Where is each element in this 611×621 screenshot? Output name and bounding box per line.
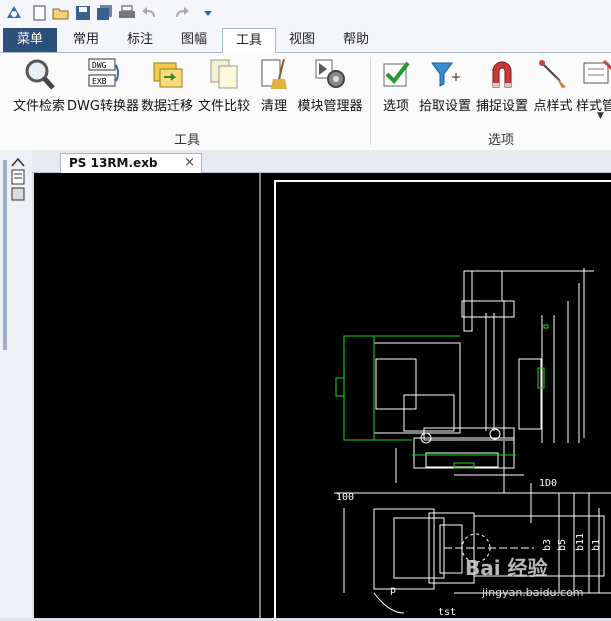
file-compare-label: 文件比较 [197,99,250,114]
style-manager-icon [583,59,611,84]
quick-access-toolbar [0,0,611,28]
style-manager-button[interactable]: 样式管 [576,57,611,117]
new-file-icon[interactable] [31,4,49,22]
watermark-url: jingyan.baidu.com [482,586,584,599]
pick-settings-button[interactable]: 拾取设置 [417,57,473,117]
data-migration-label: 数据迁移 [140,99,193,114]
module-manager-label: 模块管理器 [297,99,363,114]
app-logo-icon[interactable] [3,4,25,22]
point-style-label: 点样式 [533,99,573,114]
sheet-inner-border [274,180,611,621]
dim-label-1d0: 1D0 [539,478,557,489]
dim-label-b11: b11 [575,533,586,551]
tab-view[interactable]: 视图 [280,28,324,52]
clean-label: 清理 [260,99,287,114]
highlighted-component [335,324,549,469]
tab-common[interactable]: 常用 [64,28,108,52]
document-tab[interactable]: PS 13RM.exb × [60,153,202,173]
open-folder-icon[interactable] [52,4,70,22]
group-label-options: 选项 [488,133,515,148]
dim-label-b1: b1 [591,539,602,551]
options-button[interactable]: 选项 [378,57,414,117]
watermark-brand: Bai 经验 [465,556,548,580]
dim-label-100: 100 [336,492,354,503]
tab-menu[interactable]: 菜单 [3,28,57,52]
print-icon[interactable] [118,4,136,22]
ribbon-panel: 文件检索 DWG EXB DWG转换器 数据迁移 文件比较 清理 模块管理器 工具… [0,53,611,151]
file-search-label: 文件检索 [12,99,65,114]
document-tab-strip: PS 13RM.exb × [32,150,611,173]
svg-text:EXB: EXB [92,77,107,86]
tab-tools[interactable]: 工具 [222,28,276,54]
dwg-converter-button[interactable]: DWG EXB DWG转换器 [67,57,139,117]
dim-label-b5: b5 [557,539,568,551]
snap-settings-button[interactable]: 捕捉设置 [474,57,530,117]
clean-broom-icon [261,58,287,89]
magnet-snap-icon [492,61,512,88]
svg-text:DWG: DWG [92,61,107,70]
point-style-button[interactable]: 点样式 [532,57,574,117]
dwg-converter-label: DWG转换器 [67,99,139,114]
ribbon-tab-bar: 菜单 常用 标注 图幅 工具 视图 帮助 [0,28,611,54]
save-icon[interactable] [74,4,92,22]
snap-settings-label: 捕捉设置 [475,99,528,114]
customize-dropdown-icon[interactable] [203,4,213,22]
file-search-button[interactable]: 文件检索 [12,57,66,117]
data-migration-button[interactable]: 数据迁移 [140,57,194,117]
pick-settings-label: 拾取设置 [418,99,471,114]
document-tab-title: PS 13RM.exb [69,156,158,170]
clean-button[interactable]: 清理 [258,57,290,117]
close-icon[interactable]: × [184,155,195,170]
left-side-strip [0,150,32,618]
dim-label-p: p [390,585,396,596]
checkmark-icon [383,61,410,87]
point-style-icon [539,60,566,88]
dim-label-tst: tst [438,607,456,618]
options-label: 选项 [382,99,409,114]
save-all-icon[interactable] [96,4,114,22]
file-compare-button[interactable]: 文件比较 [197,57,251,117]
tab-sheet[interactable]: 图幅 [172,28,216,52]
group-label-tools: 工具 [174,133,201,148]
magnifier-icon [25,59,55,90]
tab-help[interactable]: 帮助 [334,28,378,52]
redo-icon[interactable] [172,4,190,22]
undo-icon[interactable] [141,4,159,22]
module-manager-gear-icon [315,59,345,88]
ribbon-scroll-down-icon[interactable]: ▼ [597,111,604,121]
filter-pick-icon [431,62,460,87]
side-view [373,268,594,493]
group-separator [370,57,371,145]
dim-label-b3: b3 [542,539,553,551]
style-manager-label: 样式管 [576,99,611,114]
tab-dimension[interactable]: 标注 [118,28,162,52]
module-manager-button[interactable]: 模块管理器 [296,57,364,117]
side-toolbar-icon[interactable] [10,156,26,204]
side-scrollbar[interactable] [3,160,7,350]
data-migration-icon [153,62,183,88]
dwg-exb-converter-icon: DWG EXB [88,58,119,87]
file-compare-icon [210,59,238,89]
